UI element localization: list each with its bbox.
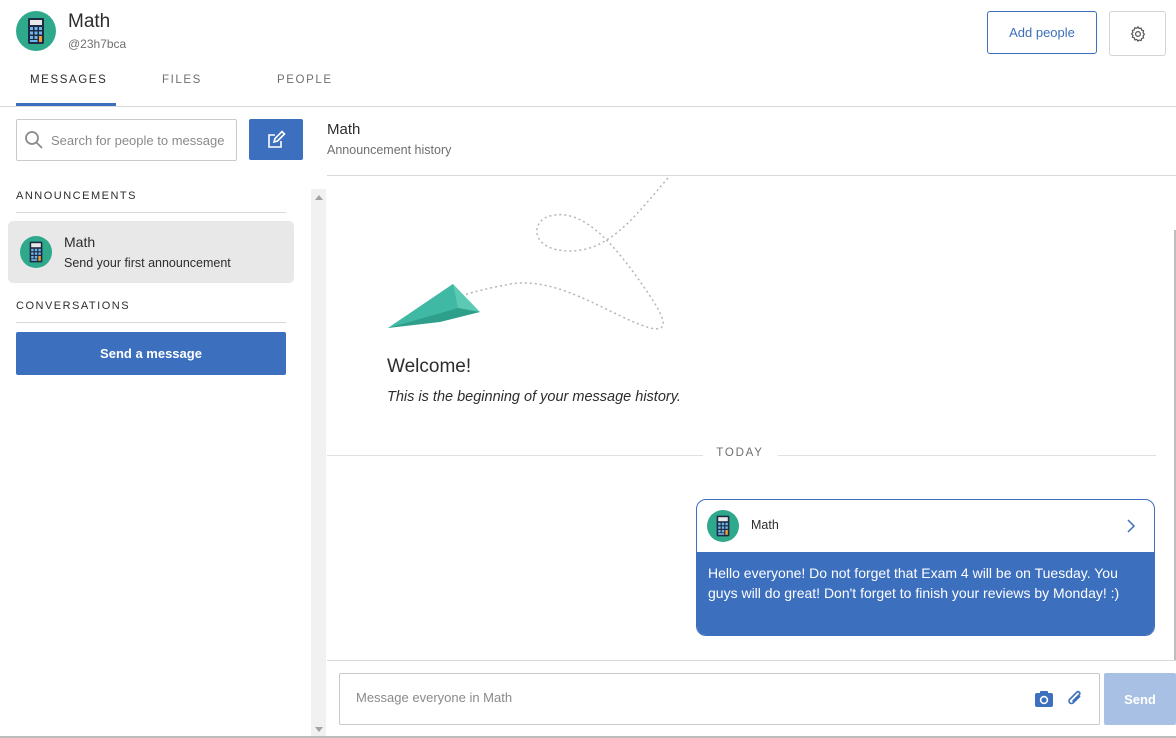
compose-button[interactable] — [249, 119, 303, 160]
today-label: TODAY — [716, 447, 764, 459]
paper-plane-illustration — [388, 177, 669, 330]
send-a-message-button[interactable]: Send a message — [16, 332, 286, 375]
sidebar: ANNOUNCEMENTS Math Send your first annou… — [0, 107, 326, 738]
announcement-avatar — [20, 236, 52, 268]
conversation-title: Math — [327, 121, 361, 138]
scroll-down-arrow-icon[interactable] — [315, 727, 323, 732]
conversations-heading: CONVERSATIONS — [16, 300, 286, 323]
welcome-title: Welcome! — [387, 356, 472, 377]
calculator-icon — [29, 241, 43, 263]
class-avatar — [16, 11, 56, 51]
announcement-item[interactable]: Math Send your first announcement — [8, 221, 294, 283]
chevron-right-icon[interactable] — [1126, 519, 1136, 533]
calculator-icon — [716, 515, 730, 537]
search-input[interactable] — [51, 132, 231, 148]
send-button[interactable]: Send — [1104, 673, 1176, 725]
settings-button[interactable] — [1109, 11, 1166, 56]
message-header[interactable]: Math — [697, 500, 1154, 552]
gear-icon — [1130, 25, 1145, 42]
composer-divider — [327, 660, 1176, 661]
message-author: Math — [751, 518, 779, 532]
conversation-subtitle: Announcement history — [327, 143, 452, 157]
header: Math @23h7bca Add people MESSAGES FILES … — [0, 0, 1176, 107]
today-divider-left — [327, 455, 703, 456]
today-divider-right — [778, 455, 1156, 456]
tab-people[interactable]: PEOPLE — [248, 62, 360, 106]
message-input[interactable] — [356, 690, 996, 705]
sidebar-scrollbar[interactable] — [311, 189, 326, 738]
message-composer[interactable] — [339, 673, 1100, 725]
announcements-heading: ANNOUNCEMENTS — [16, 190, 286, 213]
welcome-subtitle: This is the beginning of your message hi… — [387, 389, 681, 405]
search-box[interactable] — [16, 119, 237, 161]
edit-icon — [268, 129, 286, 148]
scroll-up-arrow-icon[interactable] — [315, 195, 323, 200]
tab-bar: MESSAGES FILES PEOPLE — [16, 62, 360, 107]
message-avatar — [707, 510, 739, 542]
search-icon — [25, 131, 43, 149]
class-title: Math — [68, 11, 111, 32]
message-text: Hello everyone! Do not forget that Exam … — [697, 552, 1154, 635]
calculator-icon — [28, 18, 44, 44]
tab-messages[interactable]: MESSAGES — [16, 62, 116, 106]
camera-icon[interactable] — [1034, 690, 1054, 708]
announcement-name: Math — [64, 234, 96, 250]
tab-files[interactable]: FILES — [116, 62, 248, 106]
announcement-message: Math Hello everyone! Do not forget that … — [696, 499, 1155, 636]
paperclip-icon[interactable] — [1065, 689, 1085, 709]
class-code: @23h7bca — [68, 37, 127, 51]
add-people-button[interactable]: Add people — [987, 11, 1097, 54]
announcement-subtitle: Send your first announcement — [64, 256, 231, 270]
